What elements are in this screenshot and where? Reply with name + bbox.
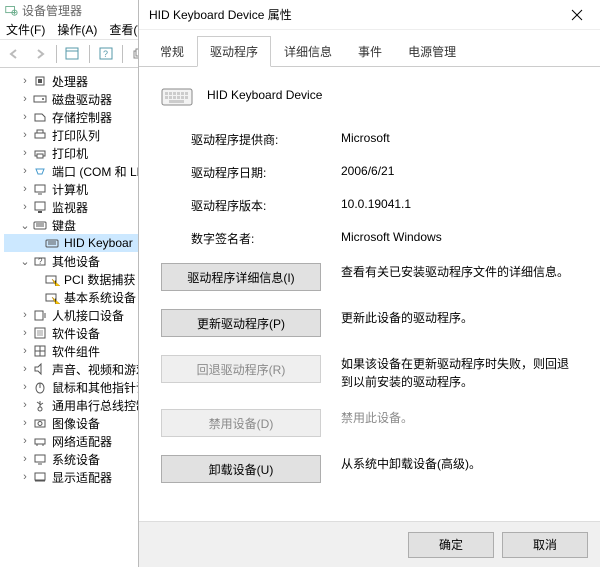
svg-text:?: ?	[103, 49, 108, 59]
svg-text:!: !	[55, 299, 57, 305]
other-devices-icon: ?	[32, 254, 48, 268]
device-header: HID Keyboard Device	[161, 83, 578, 107]
driver-actions: 驱动程序详细信息(I) 查看有关已安装驱动程序文件的详细信息。 更新驱动程序(P…	[161, 263, 578, 483]
toolbar-forward-button[interactable]	[28, 43, 52, 65]
keyboard-icon	[44, 236, 60, 250]
driver-properties: 驱动程序提供商: Microsoft 驱动程序日期: 2006/6/21 驱动程…	[191, 131, 578, 247]
dialog-footer: 确定 取消	[139, 521, 600, 567]
device-manager-icon	[4, 3, 18, 17]
software-component-icon	[32, 344, 48, 358]
prop-version: 驱动程序版本: 10.0.19041.1	[191, 197, 578, 214]
storage-icon	[32, 110, 48, 124]
prop-signer-value: Microsoft Windows	[341, 230, 442, 247]
driver-details-desc: 查看有关已安装驱动程序文件的详细信息。	[341, 263, 578, 281]
close-icon	[571, 9, 583, 21]
properties-dialog: HID Keyboard Device 属性 常规 驱动程序 详细信息 事件 电…	[138, 0, 600, 567]
menu-action[interactable]: 操作(A)	[53, 20, 101, 39]
rollback-driver-desc: 如果该设备在更新驱动程序时失败，则回退到以前安装的驱动程序。	[341, 355, 578, 391]
network-icon	[32, 434, 48, 448]
dialog-title: HID Keyboard Device 属性	[149, 6, 292, 23]
device-manager-title: 设备管理器	[22, 2, 82, 19]
prop-signer: 数字签名者: Microsoft Windows	[191, 230, 578, 247]
warning-device-icon: !	[44, 290, 60, 304]
update-driver-button[interactable]: 更新驱动程序(P)	[161, 309, 321, 337]
prop-provider: 驱动程序提供商: Microsoft	[191, 131, 578, 148]
warning-device-icon: !	[44, 272, 60, 286]
mouse-icon	[32, 380, 48, 394]
rollback-driver-button: 回退驱动程序(R)	[161, 355, 321, 383]
prop-signer-label: 数字签名者:	[191, 230, 341, 247]
ok-button[interactable]: 确定	[408, 532, 494, 558]
sound-icon	[32, 362, 48, 376]
disk-icon	[32, 92, 48, 106]
uninstall-device-button[interactable]: 卸载设备(U)	[161, 455, 321, 483]
tab-events[interactable]: 事件	[345, 36, 395, 67]
prop-version-value: 10.0.19041.1	[341, 197, 411, 214]
camera-icon	[32, 416, 48, 430]
prop-provider-value: Microsoft	[341, 131, 390, 148]
dialog-titlebar: HID Keyboard Device 属性	[139, 0, 600, 30]
prop-date-label: 驱动程序日期:	[191, 164, 341, 181]
prop-provider-label: 驱动程序提供商:	[191, 131, 341, 148]
keyboard-large-icon	[161, 83, 193, 107]
device-name: HID Keyboard Device	[207, 88, 322, 102]
keyboard-icon	[32, 218, 48, 232]
computer-icon	[32, 182, 48, 196]
tab-driver[interactable]: 驱动程序	[197, 36, 271, 67]
toolbar-properties-button[interactable]	[61, 43, 85, 65]
svg-text:?: ?	[38, 257, 43, 266]
driver-details-button[interactable]: 驱动程序详细信息(I)	[161, 263, 321, 291]
toolbar-help-button[interactable]: ?	[94, 43, 118, 65]
printer-icon	[32, 146, 48, 160]
usb-icon	[32, 398, 48, 412]
prop-date-value: 2006/6/21	[341, 164, 394, 181]
print-queue-icon	[32, 128, 48, 142]
display-adapter-icon	[32, 470, 48, 484]
toolbar-back-button[interactable]	[2, 43, 26, 65]
menu-file[interactable]: 文件(F)	[2, 20, 49, 39]
software-device-icon	[32, 326, 48, 340]
uninstall-device-desc: 从系统中卸载设备(高级)。	[341, 455, 578, 473]
dialog-body: HID Keyboard Device 驱动程序提供商: Microsoft 驱…	[139, 67, 600, 521]
prop-date: 驱动程序日期: 2006/6/21	[191, 164, 578, 181]
svg-text:!: !	[55, 281, 57, 287]
system-device-icon	[32, 452, 48, 466]
monitor-icon	[32, 200, 48, 214]
cancel-button[interactable]: 取消	[502, 532, 588, 558]
tab-power[interactable]: 电源管理	[395, 36, 469, 67]
toolbar-separator	[56, 45, 57, 63]
tab-general[interactable]: 常规	[147, 36, 197, 67]
hid-icon	[32, 308, 48, 322]
disable-device-button: 禁用设备(D)	[161, 409, 321, 437]
disable-device-desc: 禁用此设备。	[341, 409, 578, 427]
update-driver-desc: 更新此设备的驱动程序。	[341, 309, 578, 327]
port-icon	[32, 164, 48, 178]
toolbar-separator	[122, 45, 123, 63]
dialog-tabs: 常规 驱动程序 详细信息 事件 电源管理	[139, 30, 600, 67]
close-button[interactable]	[554, 0, 600, 30]
toolbar-separator	[89, 45, 90, 63]
cpu-icon	[32, 74, 48, 88]
tab-details[interactable]: 详细信息	[271, 36, 345, 67]
prop-version-label: 驱动程序版本:	[191, 197, 341, 214]
